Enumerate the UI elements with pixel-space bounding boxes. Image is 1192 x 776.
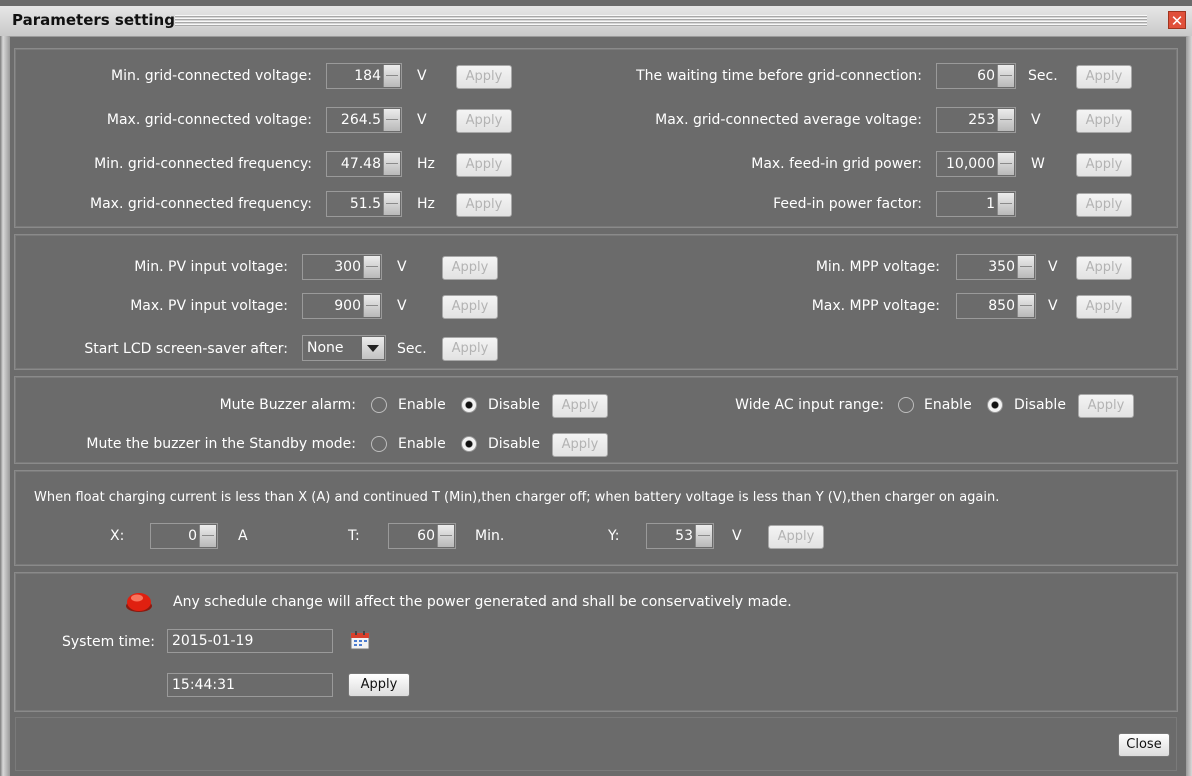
wait-time-unit: Sec. [1028, 68, 1058, 84]
mute-alarm-enable-label: Enable [398, 397, 446, 413]
min-mpp-voltage-apply-button[interactable]: Apply [1076, 256, 1132, 280]
charger-t-spinner[interactable]: 60 [388, 523, 456, 549]
screensaver-select[interactable]: None [302, 335, 386, 361]
max-pv-voltage-apply-button[interactable]: Apply [442, 295, 498, 319]
wide-ac-enable-label: Enable [924, 397, 972, 413]
wide-ac-label: Wide AC input range: [735, 397, 884, 413]
charger-x-spinner[interactable]: 0 [150, 523, 218, 549]
min-grid-frequency-unit: Hz [417, 156, 435, 172]
parameters-window: Parameters setting ✕ Min. grid-connected… [0, 0, 1192, 776]
max-average-voltage-label: Max. grid-connected average voltage: [655, 112, 922, 128]
max-feed-in-power-apply-button[interactable]: Apply [1076, 153, 1132, 177]
charger-y-unit: V [732, 528, 742, 544]
mute-standby-enable-radio[interactable] [371, 436, 387, 452]
red-led-icon [126, 593, 152, 612]
max-average-voltage-spinner[interactable]: 253 [936, 107, 1016, 133]
system-time-apply-button[interactable]: Apply [348, 673, 410, 697]
max-grid-frequency-unit: Hz [417, 196, 435, 212]
window-close-icon[interactable]: ✕ [1168, 11, 1186, 30]
screensaver-unit: Sec. [397, 341, 427, 357]
max-mpp-voltage-apply-button[interactable]: Apply [1076, 295, 1132, 319]
max-grid-frequency-spinner[interactable]: 51.5 [326, 191, 402, 217]
charger-y-label: Y: [608, 528, 620, 544]
min-grid-frequency-spinner[interactable]: 47.48 [326, 151, 402, 177]
chevron-down-icon[interactable] [362, 337, 384, 359]
max-average-voltage-apply-button[interactable]: Apply [1076, 109, 1132, 133]
charger-description: When float charging current is less than… [34, 490, 1000, 505]
max-grid-voltage-spinner[interactable]: 264.5 [326, 107, 402, 133]
max-pv-voltage-unit: V [397, 298, 407, 314]
min-grid-voltage-unit: V [417, 68, 427, 84]
mute-standby-label: Mute the buzzer in the Standby mode: [86, 436, 356, 452]
wide-ac-disable-label: Disable [1014, 397, 1066, 413]
wait-time-apply-button[interactable]: Apply [1076, 65, 1132, 89]
max-grid-frequency-label: Max. grid-connected frequency: [90, 196, 312, 212]
min-grid-voltage-apply-button[interactable]: Apply [456, 65, 512, 89]
wait-time-spinner[interactable]: 60 [936, 63, 1016, 89]
max-feed-in-power-unit: W [1031, 156, 1045, 172]
charger-x-label: X: [110, 528, 125, 544]
min-grid-frequency-label: Min. grid-connected frequency: [94, 156, 312, 172]
max-mpp-voltage-spinner[interactable]: 850 [956, 293, 1036, 319]
min-grid-voltage-spinner[interactable]: 184 [326, 63, 402, 89]
close-button[interactable]: Close [1118, 733, 1170, 757]
min-grid-frequency-apply-button[interactable]: Apply [456, 153, 512, 177]
mute-alarm-enable-radio[interactable] [371, 397, 387, 413]
wide-ac-enable-radio[interactable] [898, 397, 914, 413]
screensaver-label: Start LCD screen-saver after: [84, 341, 288, 357]
max-feed-in-power-spinner[interactable]: 10,000 [936, 151, 1016, 177]
min-mpp-voltage-label: Min. MPP voltage: [815, 259, 940, 275]
mute-standby-disable-radio[interactable] [461, 436, 477, 452]
right-frame [1186, 36, 1192, 776]
power-factor-label: Feed-in power factor: [773, 196, 922, 212]
mute-standby-disable-label: Disable [488, 436, 540, 452]
max-average-voltage-unit: V [1031, 112, 1041, 128]
mute-alarm-disable-radio[interactable] [461, 397, 477, 413]
system-time-field[interactable]: 15:44:31 [167, 673, 333, 697]
window-title: Parameters setting [12, 11, 175, 29]
charger-y-spinner[interactable]: 53 [646, 523, 714, 549]
charger-t-unit: Min. [475, 528, 505, 544]
min-pv-voltage-apply-button[interactable]: Apply [442, 256, 498, 280]
mute-standby-enable-label: Enable [398, 436, 446, 452]
mute-alarm-apply-button[interactable]: Apply [552, 394, 608, 418]
mute-alarm-label: Mute Buzzer alarm: [219, 397, 356, 413]
power-factor-apply-button[interactable]: Apply [1076, 193, 1132, 217]
title-grip [175, 15, 1147, 27]
min-pv-voltage-unit: V [397, 259, 407, 275]
charger-apply-button[interactable]: Apply [768, 525, 824, 549]
charger-panel [14, 470, 1178, 566]
max-mpp-voltage-label: Max. MPP voltage: [811, 298, 940, 314]
power-factor-spinner[interactable]: 1 [936, 191, 1016, 217]
min-mpp-voltage-unit: V [1048, 259, 1058, 275]
max-grid-frequency-apply-button[interactable]: Apply [456, 193, 512, 217]
max-pv-voltage-label: Max. PV input voltage: [130, 298, 288, 314]
min-pv-voltage-label: Min. PV input voltage: [134, 259, 288, 275]
mute-alarm-disable-label: Disable [488, 397, 540, 413]
left-frame [0, 36, 10, 776]
charger-x-unit: A [238, 528, 248, 544]
title-bar[interactable]: Parameters setting ✕ [0, 6, 1192, 37]
footer [14, 716, 1178, 772]
wide-ac-disable-radio[interactable] [987, 397, 1003, 413]
mute-standby-apply-button[interactable]: Apply [552, 433, 608, 457]
max-mpp-voltage-unit: V [1048, 298, 1058, 314]
max-pv-voltage-spinner[interactable]: 900 [302, 293, 382, 319]
min-pv-voltage-spinner[interactable]: 300 [302, 254, 382, 280]
wait-time-label: The waiting time before grid-connection: [636, 68, 922, 84]
schedule-warning-text: Any schedule change will affect the powe… [173, 594, 792, 610]
min-mpp-voltage-spinner[interactable]: 350 [956, 254, 1036, 280]
calendar-icon[interactable] [350, 630, 370, 650]
wide-ac-apply-button[interactable]: Apply [1078, 394, 1134, 418]
system-date-field[interactable]: 2015-01-19 [167, 629, 333, 653]
min-grid-voltage-label: Min. grid-connected voltage: [111, 68, 312, 84]
max-grid-voltage-apply-button[interactable]: Apply [456, 109, 512, 133]
max-grid-voltage-unit: V [417, 112, 427, 128]
screensaver-apply-button[interactable]: Apply [442, 337, 498, 361]
max-feed-in-power-label: Max. feed-in grid power: [751, 156, 922, 172]
system-time-label: System time: [62, 634, 156, 650]
max-grid-voltage-label: Max. grid-connected voltage: [106, 112, 312, 128]
charger-t-label: T: [348, 528, 360, 544]
